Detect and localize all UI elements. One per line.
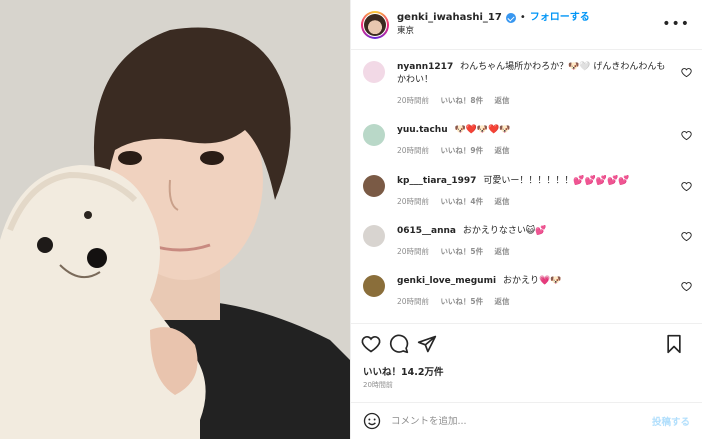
comment-likes[interactable]: いいね！4件 bbox=[440, 197, 483, 206]
photo-illustration bbox=[0, 0, 350, 439]
commenter-avatar[interactable] bbox=[363, 124, 385, 146]
like-comment-heart-icon[interactable] bbox=[681, 67, 692, 78]
commenter-avatar[interactable] bbox=[363, 225, 385, 247]
post-actions bbox=[351, 323, 702, 364]
comment-username[interactable]: 0615__anna bbox=[397, 226, 456, 236]
emoji-icon[interactable] bbox=[363, 412, 381, 430]
commenter-avatar[interactable] bbox=[363, 61, 385, 83]
like-comment-heart-icon[interactable] bbox=[681, 281, 692, 292]
comment-input[interactable] bbox=[391, 415, 611, 427]
post-photo[interactable] bbox=[0, 0, 350, 439]
commenter-avatar[interactable] bbox=[363, 175, 385, 197]
follow-button[interactable]: フォローする bbox=[530, 12, 590, 24]
comment-username[interactable]: yuu.tachu bbox=[397, 125, 448, 135]
comment-likes[interactable]: いいね！8件 bbox=[440, 96, 483, 105]
add-comment-bar: 投稿する bbox=[351, 402, 702, 439]
post-viewer: genki_iwahashi_17 • フォローする 東京 ••• nyann1… bbox=[0, 0, 702, 439]
separator-dot: • bbox=[519, 12, 526, 24]
comment-text: 可愛いー！！！！！！💕💕💕💕💕 bbox=[483, 176, 630, 186]
comment-item: genki_love_megumi おかえり💗🐶 20時間前 いいね！5件 返信 bbox=[351, 275, 702, 307]
verified-badge-icon bbox=[505, 13, 516, 24]
like-comment-heart-icon[interactable] bbox=[681, 130, 692, 141]
more-options-icon[interactable]: ••• bbox=[662, 16, 690, 32]
comment-time: 20時間前 bbox=[397, 247, 430, 256]
post-time: 20時間前 bbox=[363, 381, 393, 389]
commenter-avatar[interactable] bbox=[363, 275, 385, 297]
comment-text: おかえりなさい😺💕 bbox=[462, 226, 547, 236]
reply-button[interactable]: 返信 bbox=[495, 197, 510, 206]
comment-text: おかえり💗🐶 bbox=[502, 276, 562, 286]
comment-likes[interactable]: いいね！5件 bbox=[440, 297, 483, 306]
comment-item: yuu.tachu 🐶❤️🐶❤️🐶 20時間前 いいね！9件 返信 bbox=[351, 124, 702, 156]
comment-username[interactable]: nyann1217 bbox=[397, 62, 453, 72]
comment-text: 🐶❤️🐶❤️🐶 bbox=[454, 125, 511, 135]
comment-item: kp___tiara_1997 可愛いー！！！！！！💕💕💕💕💕 20時間前 いい… bbox=[351, 175, 702, 207]
author-avatar[interactable] bbox=[361, 10, 389, 39]
comment-time: 20時間前 bbox=[397, 297, 430, 306]
comment-username[interactable]: kp___tiara_1997 bbox=[397, 176, 476, 186]
reply-button[interactable]: 返信 bbox=[495, 146, 510, 155]
reply-button[interactable]: 返信 bbox=[495, 96, 510, 105]
reply-button[interactable]: 返信 bbox=[495, 247, 510, 256]
author-username[interactable]: genki_iwahashi_17 bbox=[397, 12, 502, 24]
post-header: genki_iwahashi_17 • フォローする 東京 ••• bbox=[351, 0, 702, 50]
like-heart-icon[interactable] bbox=[361, 334, 381, 354]
like-comment-heart-icon[interactable] bbox=[681, 231, 692, 242]
share-send-icon[interactable] bbox=[417, 334, 437, 354]
post-likes-count[interactable]: いいね！14.2万件 bbox=[363, 364, 443, 378]
comment-item: 0615__anna おかえりなさい😺💕 20時間前 いいね！5件 返信 bbox=[351, 225, 702, 257]
comment-time: 20時間前 bbox=[397, 96, 430, 105]
reply-button[interactable]: 返信 bbox=[495, 297, 510, 306]
comment-item: nyann1217 わんちゃん場所かわろか？🐶🤍 げんきわんわんもかわい！ 20… bbox=[351, 61, 702, 106]
comment-time: 20時間前 bbox=[397, 146, 430, 155]
comment-likes[interactable]: いいね！9件 bbox=[440, 146, 483, 155]
comment-bubble-icon[interactable] bbox=[389, 334, 409, 354]
post-side-panel: genki_iwahashi_17 • フォローする 東京 ••• nyann1… bbox=[350, 0, 702, 439]
comment-likes[interactable]: いいね！5件 bbox=[440, 247, 483, 256]
post-location[interactable]: 東京 bbox=[397, 26, 590, 36]
like-comment-heart-icon[interactable] bbox=[681, 181, 692, 192]
post-comment-button[interactable]: 投稿する bbox=[652, 414, 690, 428]
comment-time: 20時間前 bbox=[397, 197, 430, 206]
comments-list[interactable]: nyann1217 わんちゃん場所かわろか？🐶🤍 げんきわんわんもかわい！ 20… bbox=[351, 51, 702, 323]
comment-username[interactable]: genki_love_megumi bbox=[397, 276, 496, 286]
save-bookmark-icon[interactable] bbox=[664, 334, 684, 354]
